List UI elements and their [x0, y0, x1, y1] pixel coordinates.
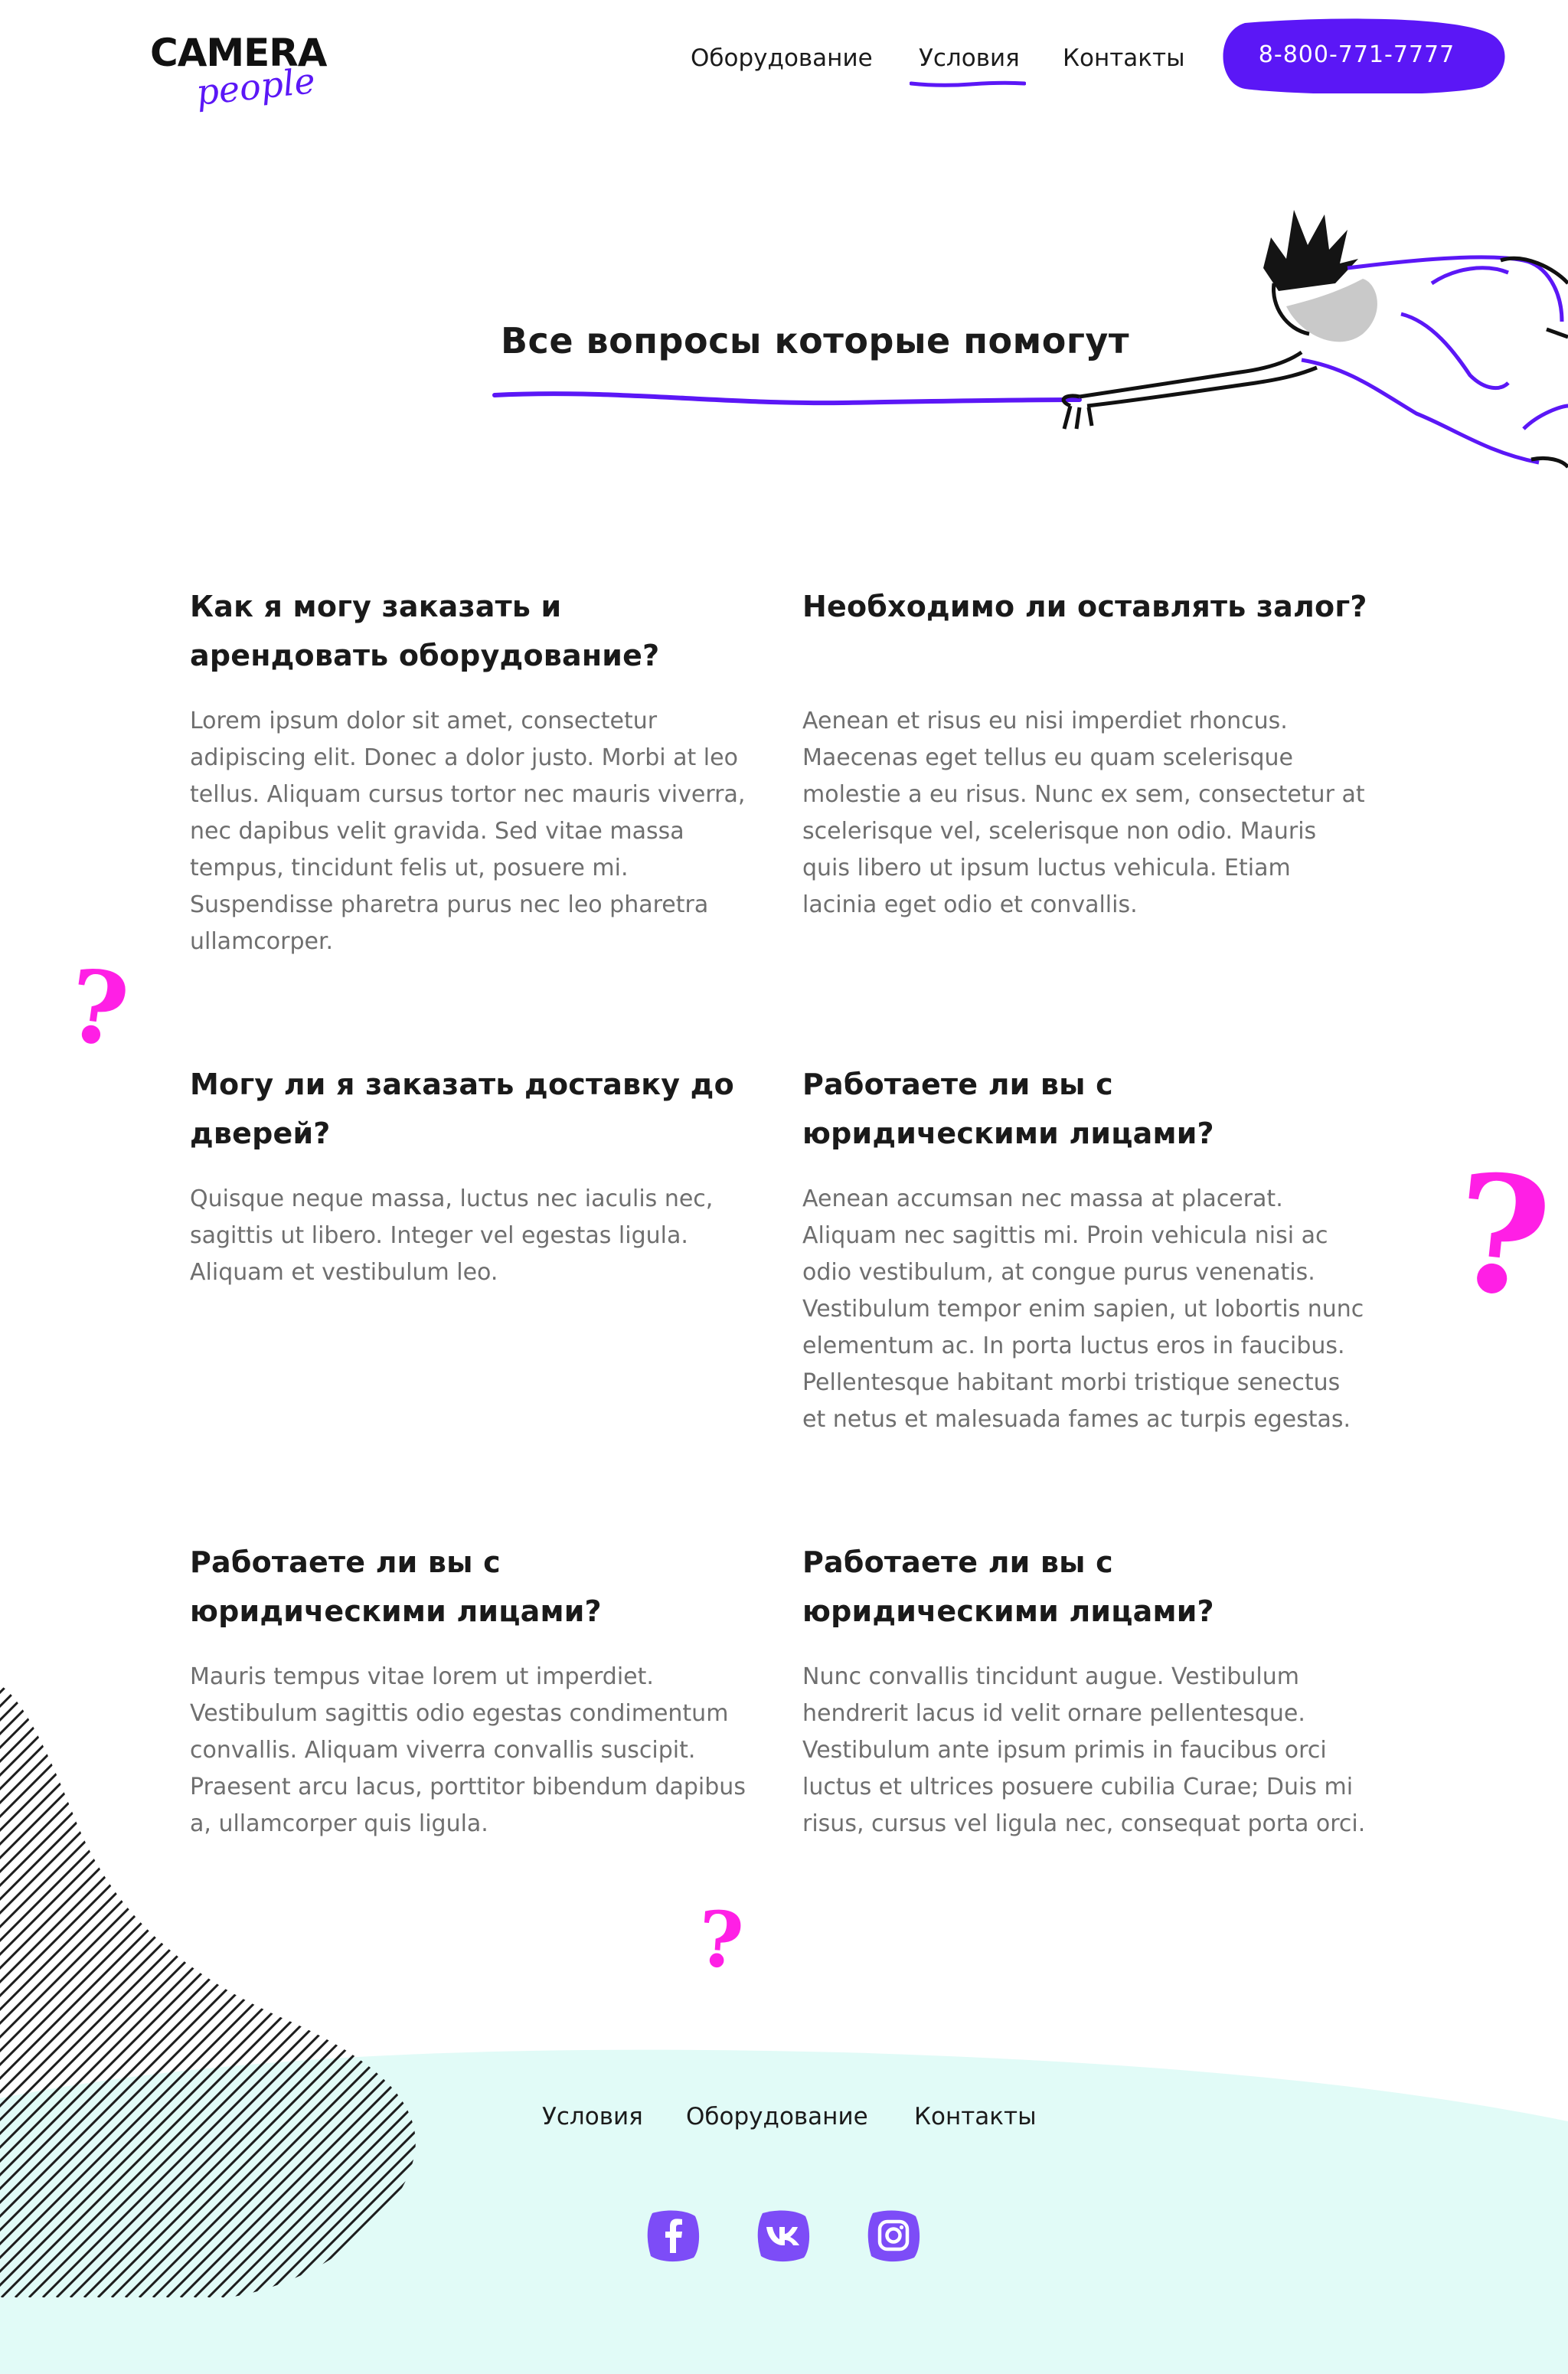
nav-active-underline	[910, 80, 1026, 87]
nav-link-contacts[interactable]: Контакты	[1063, 44, 1185, 72]
faq-answer: Nunc convallis tincidunt augue. Vestibul…	[802, 1663, 1366, 1837]
faq-question: Как я могу заказать и арендовать оборудо…	[190, 590, 660, 672]
logo[interactable]: CAMERA people	[150, 31, 334, 113]
faq-item: Работаете ли вы с юридическими лицами? A…	[802, 1060, 1369, 1438]
faq-item: Необходимо ли оставлять залог? Aenean et…	[802, 582, 1369, 924]
phone-number: 8-800-771-7777	[1258, 41, 1455, 68]
vk-icon[interactable]	[755, 2207, 812, 2264]
faq-answer: Aenean et risus eu nisi imperdiet rhoncu…	[802, 708, 1365, 918]
facebook-icon[interactable]	[645, 2207, 701, 2264]
nav-link-terms[interactable]: Условия	[919, 44, 1020, 72]
faq-item: Могу ли я заказать доставку до дверей? Q…	[190, 1060, 756, 1291]
faq-question: Работаете ли вы с юридическими лицами?	[802, 1545, 1214, 1628]
faq-question: Работаете ли вы с юридическими лицами?	[802, 1068, 1214, 1150]
footer-link-equipment[interactable]: Оборудование	[686, 2103, 868, 2130]
faq-item: Работаете ли вы с юридическими лицами? N…	[802, 1538, 1369, 1843]
footer-link-terms[interactable]: Условия	[542, 2103, 643, 2130]
question-mark-decoration: ?	[60, 946, 136, 1071]
footer-link-contacts[interactable]: Контакты	[914, 2103, 1037, 2130]
instagram-icon[interactable]	[865, 2207, 922, 2264]
faq-answer: Aenean accumsan nec massa at placerat. A…	[802, 1185, 1364, 1433]
faq-answer: Quisque neque massa, luctus nec iaculis …	[190, 1185, 714, 1286]
faq-item: Как я могу заказать и арендовать оборудо…	[190, 582, 756, 960]
question-mark-decoration: ?	[1445, 1136, 1559, 1335]
faq-answer: Lorem ipsum dolor sit amet, consectetur …	[190, 708, 746, 955]
faq-question: Необходимо ли оставлять залог?	[802, 590, 1367, 623]
hero-illustration	[492, 210, 1568, 469]
faq-question: Могу ли я заказать доставку до дверей?	[190, 1068, 734, 1150]
faq-question: Работаете ли вы с юридическими лицами?	[190, 1545, 602, 1628]
nav-link-equipment[interactable]: Оборудование	[691, 44, 873, 72]
phone-button[interactable]: 8-800-771-7777	[1214, 17, 1508, 93]
hatched-decoration	[0, 1685, 416, 2297]
question-mark-decoration: ?	[694, 1893, 746, 1987]
